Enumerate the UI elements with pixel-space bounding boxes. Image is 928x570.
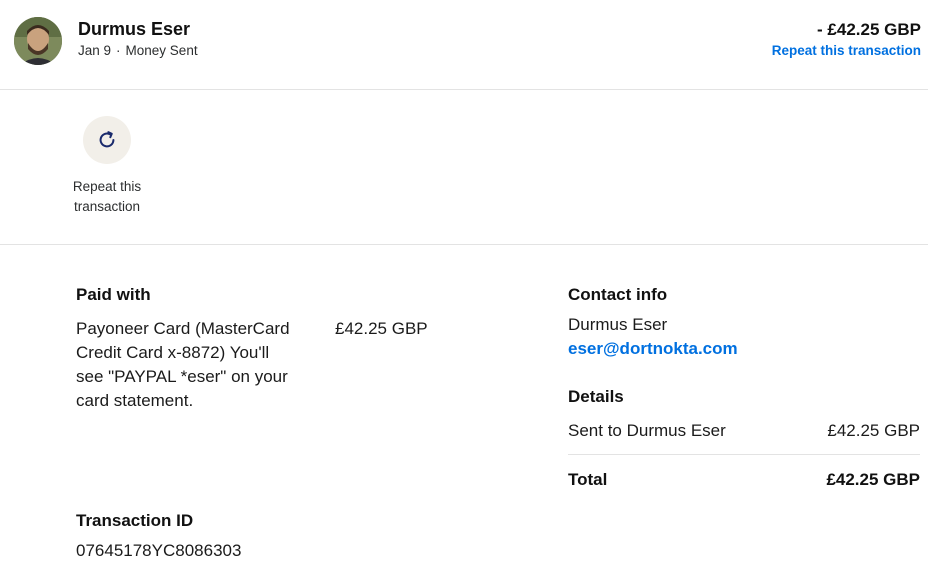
repeat-transaction-button[interactable]: Repeat this transaction	[56, 116, 158, 217]
contact-email-link[interactable]: eser@dortnokta.com	[568, 337, 738, 361]
action-circle	[83, 116, 131, 164]
payment-method-description: Payoneer Card (MasterCard Credit Card x-…	[76, 319, 290, 410]
paid-with-title: Paid with	[76, 285, 151, 304]
separator-dot: ·	[116, 43, 121, 58]
transaction-date: Jan 9	[78, 43, 112, 58]
transaction-id-title: Transaction ID	[76, 511, 194, 530]
transaction-id: 07645178YC8086303	[76, 541, 242, 560]
details-divider	[568, 454, 920, 455]
total-amount: £42.25 GBP	[826, 470, 920, 489]
total-label: Total	[568, 470, 608, 489]
contact-info-title: Contact info	[568, 285, 668, 304]
contact-name-header: Durmus Eser	[78, 19, 191, 39]
repeat-transaction-link[interactable]: Repeat this transaction	[772, 43, 921, 58]
actions-row: Repeat this transaction	[0, 90, 928, 245]
transaction-subtitle: Jan 9 · Money Sent	[78, 43, 198, 58]
sent-to-amount: £42.25 GBP	[827, 421, 920, 440]
contact-name: Durmus Eser	[568, 315, 668, 334]
transaction-type: Money Sent	[125, 43, 198, 58]
transaction-header: Durmus Eser Jan 9 · Money Sent - £42.25 GB…	[0, 0, 928, 90]
repeat-transaction-label: Repeat this transaction	[72, 179, 142, 214]
profile-photo-icon	[14, 17, 62, 65]
details-title: Details	[568, 387, 624, 406]
payment-amount: £42.25 GBP	[335, 319, 428, 338]
transaction-amount: - £42.25 GBP	[817, 20, 921, 39]
sent-to-label: Sent to Durmus Eser	[568, 421, 726, 440]
avatar	[14, 17, 62, 65]
refresh-icon	[99, 131, 115, 148]
